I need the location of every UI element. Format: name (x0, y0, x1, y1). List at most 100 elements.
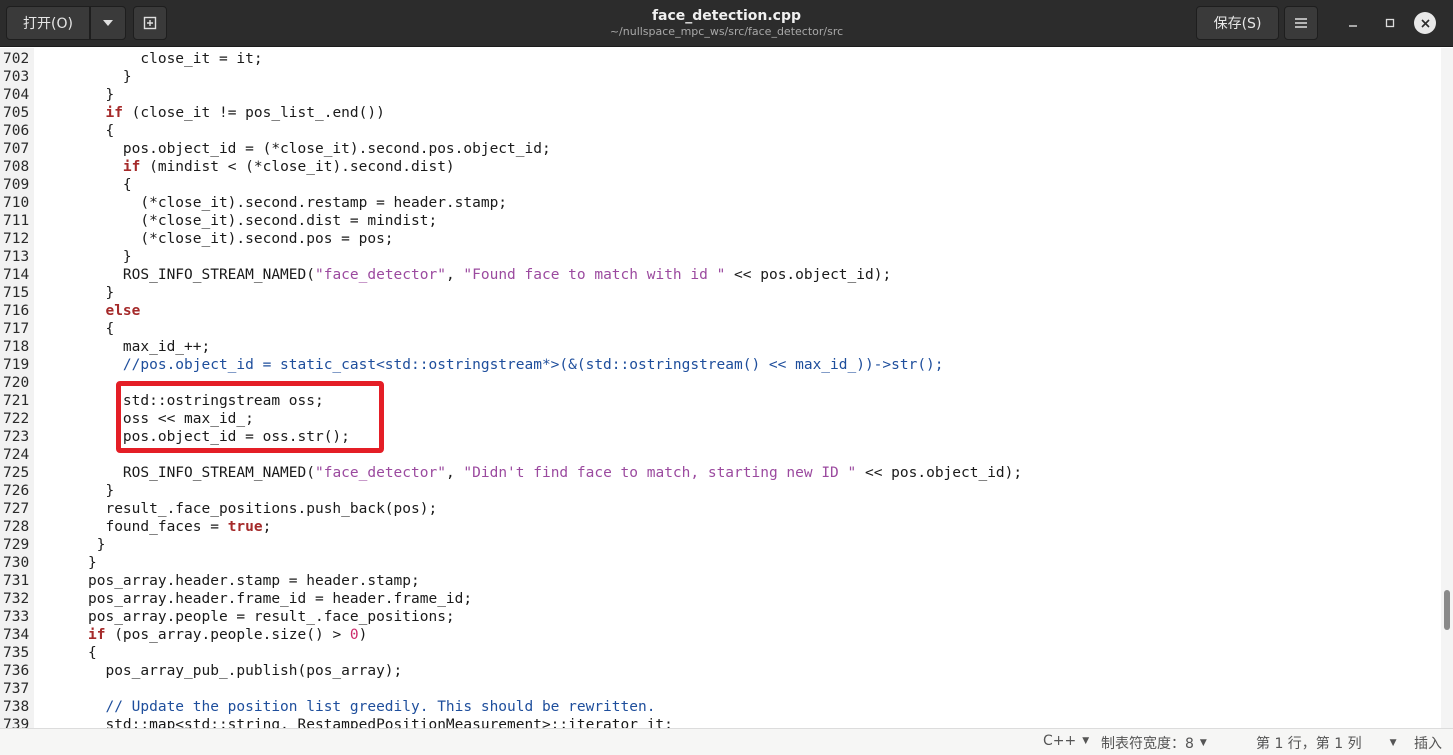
red-highlight-annotation (116, 381, 384, 453)
maximize-icon (1385, 18, 1395, 28)
keyword-token: true (227, 519, 263, 535)
code-line: 706 { (0, 122, 1022, 140)
line-number: 710 (3, 195, 30, 211)
code-line: 709 { (0, 176, 1022, 194)
code-token: } (88, 555, 97, 571)
code-token: pos_array.people = result_.face_position… (88, 609, 455, 625)
line-number: 702 (3, 51, 30, 67)
hamburger-icon (1295, 18, 1307, 28)
line-code: //pos.object_id = static_cast<std::ostri… (34, 356, 944, 374)
code-token: } (88, 249, 132, 265)
code-token: found_faces = (88, 519, 228, 535)
code-token: { (88, 645, 97, 661)
line-number: 723 (3, 429, 30, 445)
minimize-icon (1349, 25, 1357, 27)
line-number: 709 (3, 177, 30, 193)
code-line: 704 } (0, 86, 1022, 104)
line-code: pos.object_id = (*close_it).second.pos.o… (34, 140, 551, 158)
scrollbar-thumb[interactable] (1444, 590, 1450, 630)
code-line: 713 } (0, 248, 1022, 266)
code-token: ROS_INFO_STREAM_NAMED( (88, 267, 315, 283)
new-tab-button[interactable] (133, 6, 167, 40)
code-line: 725 ROS_INFO_STREAM_NAMED("face_detector… (0, 464, 1022, 482)
code-token: max_id_++; (88, 339, 211, 355)
line-number: 713 (3, 249, 30, 265)
code-line: 717 { (0, 320, 1022, 338)
line-code: max_id_++; (34, 338, 210, 356)
code-line: 728 found_faces = true; (0, 518, 1022, 536)
code-line: 726 } (0, 482, 1022, 500)
line-number: 739 (3, 717, 30, 728)
code-token: ; (262, 519, 272, 535)
line-number: 705 (3, 105, 30, 121)
language-selector[interactable]: C++ ▼ (1043, 733, 1089, 749)
code-token: , (445, 267, 464, 283)
line-number: 716 (3, 303, 30, 319)
code-editor[interactable]: 702 close_it = it; 703 } 704 } 705 if (clos… (0, 48, 1441, 728)
code-token: { (88, 123, 115, 139)
code-token: pos.object_id = (*close_it).second.pos.o… (88, 141, 551, 157)
hamburger-menu-button[interactable] (1284, 6, 1318, 40)
cursor-position-selector[interactable]: 第 1 行，第 1 列 ▼ (1256, 733, 1397, 753)
chevron-down-icon: ▼ (1389, 738, 1397, 748)
vertical-scrollbar[interactable] (1441, 48, 1453, 728)
line-code: { (34, 644, 97, 662)
code-token: } (88, 483, 115, 499)
code-token: pos_array.header.stamp = header.stamp; (88, 573, 420, 589)
comment-token: //pos.object_id = static_cast<std::ostri… (88, 357, 944, 373)
line-number: 730 (3, 555, 30, 571)
code-token: } (88, 285, 115, 301)
chevron-down-icon: ▼ (1082, 736, 1090, 746)
insert-mode-indicator[interactable]: 插入 (1414, 733, 1442, 753)
line-number: 719 (3, 357, 30, 373)
code-line: 715 } (0, 284, 1022, 302)
code-line: 731 pos_array.header.stamp = header.stamp… (0, 572, 1022, 590)
save-button[interactable]: 保存(S) (1196, 6, 1279, 40)
code-line: 732 pos_array.header.frame_id = header.fr… (0, 590, 1022, 608)
close-button[interactable] (1414, 12, 1436, 34)
code-line: 730} (0, 554, 1022, 572)
line-number: 721 (3, 393, 30, 409)
keyword-token: else (105, 303, 141, 319)
line-number: 724 (3, 447, 30, 463)
line-number: 738 (3, 699, 30, 715)
line-number: 725 (3, 465, 30, 481)
code-token: << pos.object_id); (856, 465, 1023, 481)
line-number: 728 (3, 519, 30, 535)
minimize-button[interactable] (1340, 10, 1366, 36)
open-button[interactable]: 打开(O) (6, 6, 90, 40)
code-token: , (445, 465, 464, 481)
code-line: 739 std::map<std::string, RestampedPosit… (0, 716, 1022, 728)
header-bar: 打开(O) face_detection.cpp ~/nullspace_mpc… (0, 0, 1453, 47)
code-line: 712 (*close_it).second.pos = pos; (0, 230, 1022, 248)
line-code: } (34, 86, 114, 104)
tab-width-selector[interactable]: 制表符宽度：8 ▼ (1101, 733, 1207, 753)
line-code: ROS_INFO_STREAM_NAMED("face_detector", "… (34, 266, 891, 284)
line-code: pos_array_pub_.publish(pos_array); (34, 662, 402, 680)
code-line: 703 } (0, 68, 1022, 86)
code-line: 733 pos_array.people = result_.face_posit… (0, 608, 1022, 626)
line-number: 703 (3, 69, 30, 85)
string-token: "Didn't find face to match, starting new… (463, 465, 857, 481)
open-menu-button[interactable] (90, 6, 126, 40)
line-code: pos_array.header.stamp = header.stamp; (34, 572, 420, 590)
new-document-icon (143, 16, 157, 30)
code-line: 710 (*close_it).second.restamp = header.… (0, 194, 1022, 212)
line-code: std::map<std::string, RestampedPositionM… (34, 716, 672, 728)
maximize-button[interactable] (1377, 10, 1403, 36)
line-code: found_faces = true; (34, 518, 271, 536)
code-token: (*close_it).second.pos = pos; (88, 231, 394, 247)
line-code: } (34, 248, 132, 266)
code-token: } (88, 69, 132, 85)
line-number: 711 (3, 213, 30, 229)
line-number: 732 (3, 591, 30, 607)
code-token: (pos_array.people.size() > (105, 627, 350, 643)
code-line: 714 ROS_INFO_STREAM_NAMED("face_detector… (0, 266, 1022, 284)
code-line: 716 else (0, 302, 1022, 320)
line-number: 720 (3, 375, 30, 391)
code-line: 729 } (0, 536, 1022, 554)
line-number: 717 (3, 321, 30, 337)
